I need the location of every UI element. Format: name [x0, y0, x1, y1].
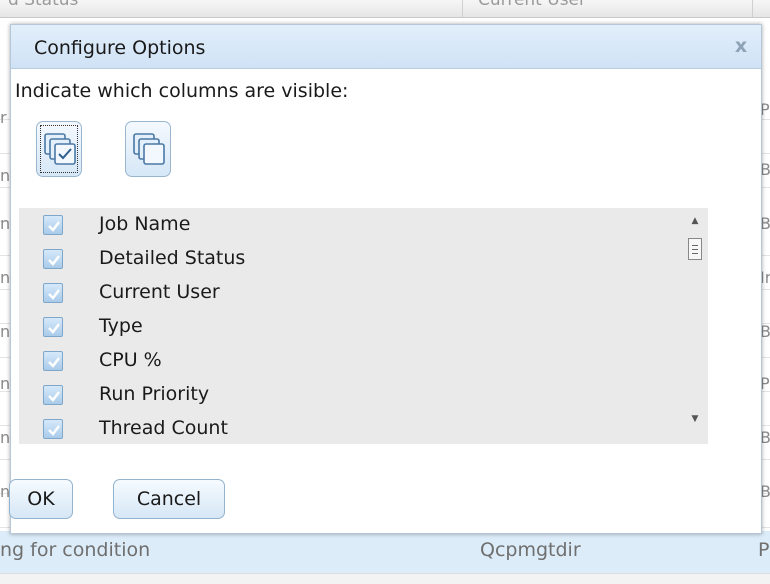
- list-item[interactable]: Run Priority: [19, 378, 679, 412]
- check-icon: [48, 323, 60, 334]
- row-user-cell: Qcpmgtdir: [480, 539, 581, 561]
- checkbox-job-name[interactable]: [43, 215, 63, 235]
- row-edge-text: n: [0, 214, 10, 233]
- column-label: Current User: [99, 281, 220, 303]
- columns-prompt: Indicate which columns are visible:: [15, 80, 349, 102]
- configure-options-dialog: Configure Options x Indicate which colum…: [9, 24, 762, 534]
- select-all-icon: [44, 133, 76, 165]
- column-label: Run Priority: [99, 383, 210, 405]
- check-icon: [48, 221, 60, 232]
- list-item[interactable]: Current User: [19, 276, 679, 310]
- row-edge-text: n: [0, 166, 10, 185]
- checkbox-type[interactable]: [43, 317, 63, 337]
- check-icon: [48, 391, 60, 402]
- column-list[interactable]: Job Name Detailed Status Current User Ty…: [19, 208, 708, 444]
- header-current-user[interactable]: Current User: [478, 0, 586, 10]
- row-edge-text: r: [0, 108, 7, 127]
- scroll-down-arrow-icon[interactable]: ▼: [689, 414, 701, 424]
- deselect-all-button[interactable]: [125, 121, 171, 177]
- column-label: CPU %: [99, 349, 162, 371]
- check-icon: [48, 289, 60, 300]
- column-label: Type: [99, 315, 143, 337]
- column-label: Job Name: [99, 213, 191, 235]
- checkbox-current-user[interactable]: [43, 283, 63, 303]
- row-edge-text: n: [0, 268, 10, 287]
- row-edge-text: P: [758, 539, 770, 561]
- checkbox-detailed-status[interactable]: [43, 249, 63, 269]
- check-icon: [48, 357, 60, 368]
- cancel-button[interactable]: Cancel: [113, 479, 225, 519]
- dialog-title: Configure Options: [34, 37, 206, 59]
- row-edge-text: n: [0, 322, 10, 341]
- row-status-cell: ng for condition: [0, 539, 151, 561]
- check-icon: [48, 425, 60, 436]
- list-scrollbar[interactable]: ▲ ▼: [683, 208, 708, 444]
- header-detailed-status[interactable]: d Status: [8, 0, 78, 10]
- list-item[interactable]: Detailed Status: [19, 242, 679, 276]
- scroll-up-arrow-icon[interactable]: ▲: [689, 216, 701, 226]
- list-item[interactable]: Thread Count: [19, 412, 679, 444]
- deselect-all-icon: [133, 133, 165, 165]
- checkbox-thread-count[interactable]: [43, 419, 63, 439]
- column-label: Detailed Status: [99, 247, 246, 269]
- table-header: d Status Current User: [0, 0, 770, 18]
- selected-table-row[interactable]: ng for condition Qcpmgtdir P: [0, 531, 770, 573]
- header-separator: [752, 0, 753, 17]
- ok-button[interactable]: OK: [9, 479, 73, 519]
- list-item[interactable]: Type: [19, 310, 679, 344]
- row-edge-text: n: [0, 428, 10, 447]
- close-icon[interactable]: x: [731, 35, 751, 57]
- scroll-thumb[interactable]: [688, 238, 702, 260]
- checkbox-run-priority[interactable]: [43, 385, 63, 405]
- checkbox-cpu[interactable]: [43, 351, 63, 371]
- table-footer: [0, 573, 770, 584]
- dialog-titlebar[interactable]: Configure Options x: [11, 25, 761, 69]
- list-item[interactable]: CPU %: [19, 344, 679, 378]
- row-edge-text: n: [0, 374, 10, 393]
- check-icon: [48, 255, 60, 266]
- header-separator: [462, 0, 463, 17]
- column-label: Thread Count: [99, 417, 228, 439]
- list-item[interactable]: Job Name: [19, 208, 679, 242]
- select-all-button[interactable]: [36, 121, 82, 177]
